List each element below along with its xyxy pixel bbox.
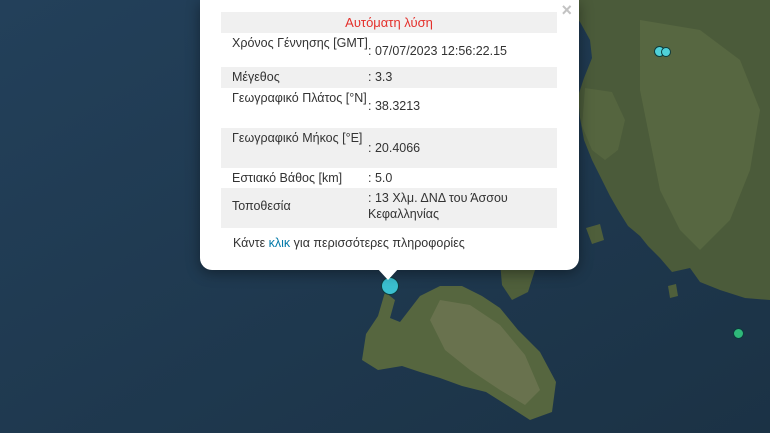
row-label: Χρόνος Γέννησης [GMT] <box>232 36 368 50</box>
row-value: : 38.3213 <box>368 99 421 113</box>
row-value: : 5.0 <box>368 171 393 185</box>
table-row: Τοποθεσία : 13 Χλμ. ΔΝΔ του Άσσου Κεφαλλ… <box>221 188 557 228</box>
table-row: Χρόνος Γέννησης [GMT] : 07/07/2023 12:56… <box>221 33 557 67</box>
popup-pointer <box>377 268 399 280</box>
table-row: Γεωγραφικό Μήκος [°E] : 20.4066 <box>221 128 557 168</box>
popup-title: Αυτόματη λύση <box>221 12 557 33</box>
table-row: Μέγεθος : 3.3 <box>221 67 557 88</box>
more-info-link[interactable]: κλικ <box>269 236 291 250</box>
row-label: Γεωγραφικό Πλάτος [°N] <box>232 91 367 105</box>
row-label: Γεωγραφικό Μήκος [°E] <box>232 131 363 145</box>
close-icon[interactable]: × <box>561 1 572 19</box>
row-value: : 3.3 <box>368 70 393 84</box>
footer-text-before: Κάντε <box>233 236 269 250</box>
table-row: Γεωγραφικό Πλάτος [°N] : 38.3213 <box>221 88 557 128</box>
row-label: Τοποθεσία <box>232 199 291 213</box>
earthquake-info-table: Αυτόματη λύση Χρόνος Γέννησης [GMT] : 07… <box>221 12 557 228</box>
footer-text-after: για περισσότερες πληροφορίες <box>290 236 465 250</box>
popup-footer: Κάντε κλικ για περισσότερες πληροφορίες <box>233 236 465 250</box>
quake-marker-east[interactable] <box>733 328 744 339</box>
earthquake-popup: × Αυτόματη λύση Χρόνος Γέννησης [GMT] : … <box>200 0 579 270</box>
row-label: Μέγεθος <box>232 70 280 84</box>
row-label: Εστιακό Βάθος [km] <box>232 171 343 185</box>
row-value: : 20.4066 <box>368 141 421 155</box>
table-row: Εστιακό Βάθος [km] : 5.0 <box>221 168 557 188</box>
quake-marker-north-b[interactable] <box>661 47 671 57</box>
row-value: : 13 Χλμ. ΔΝΔ του Άσσου Κεφαλληνίας <box>368 191 508 221</box>
row-value: : 07/07/2023 12:56:22.15 <box>368 44 508 58</box>
